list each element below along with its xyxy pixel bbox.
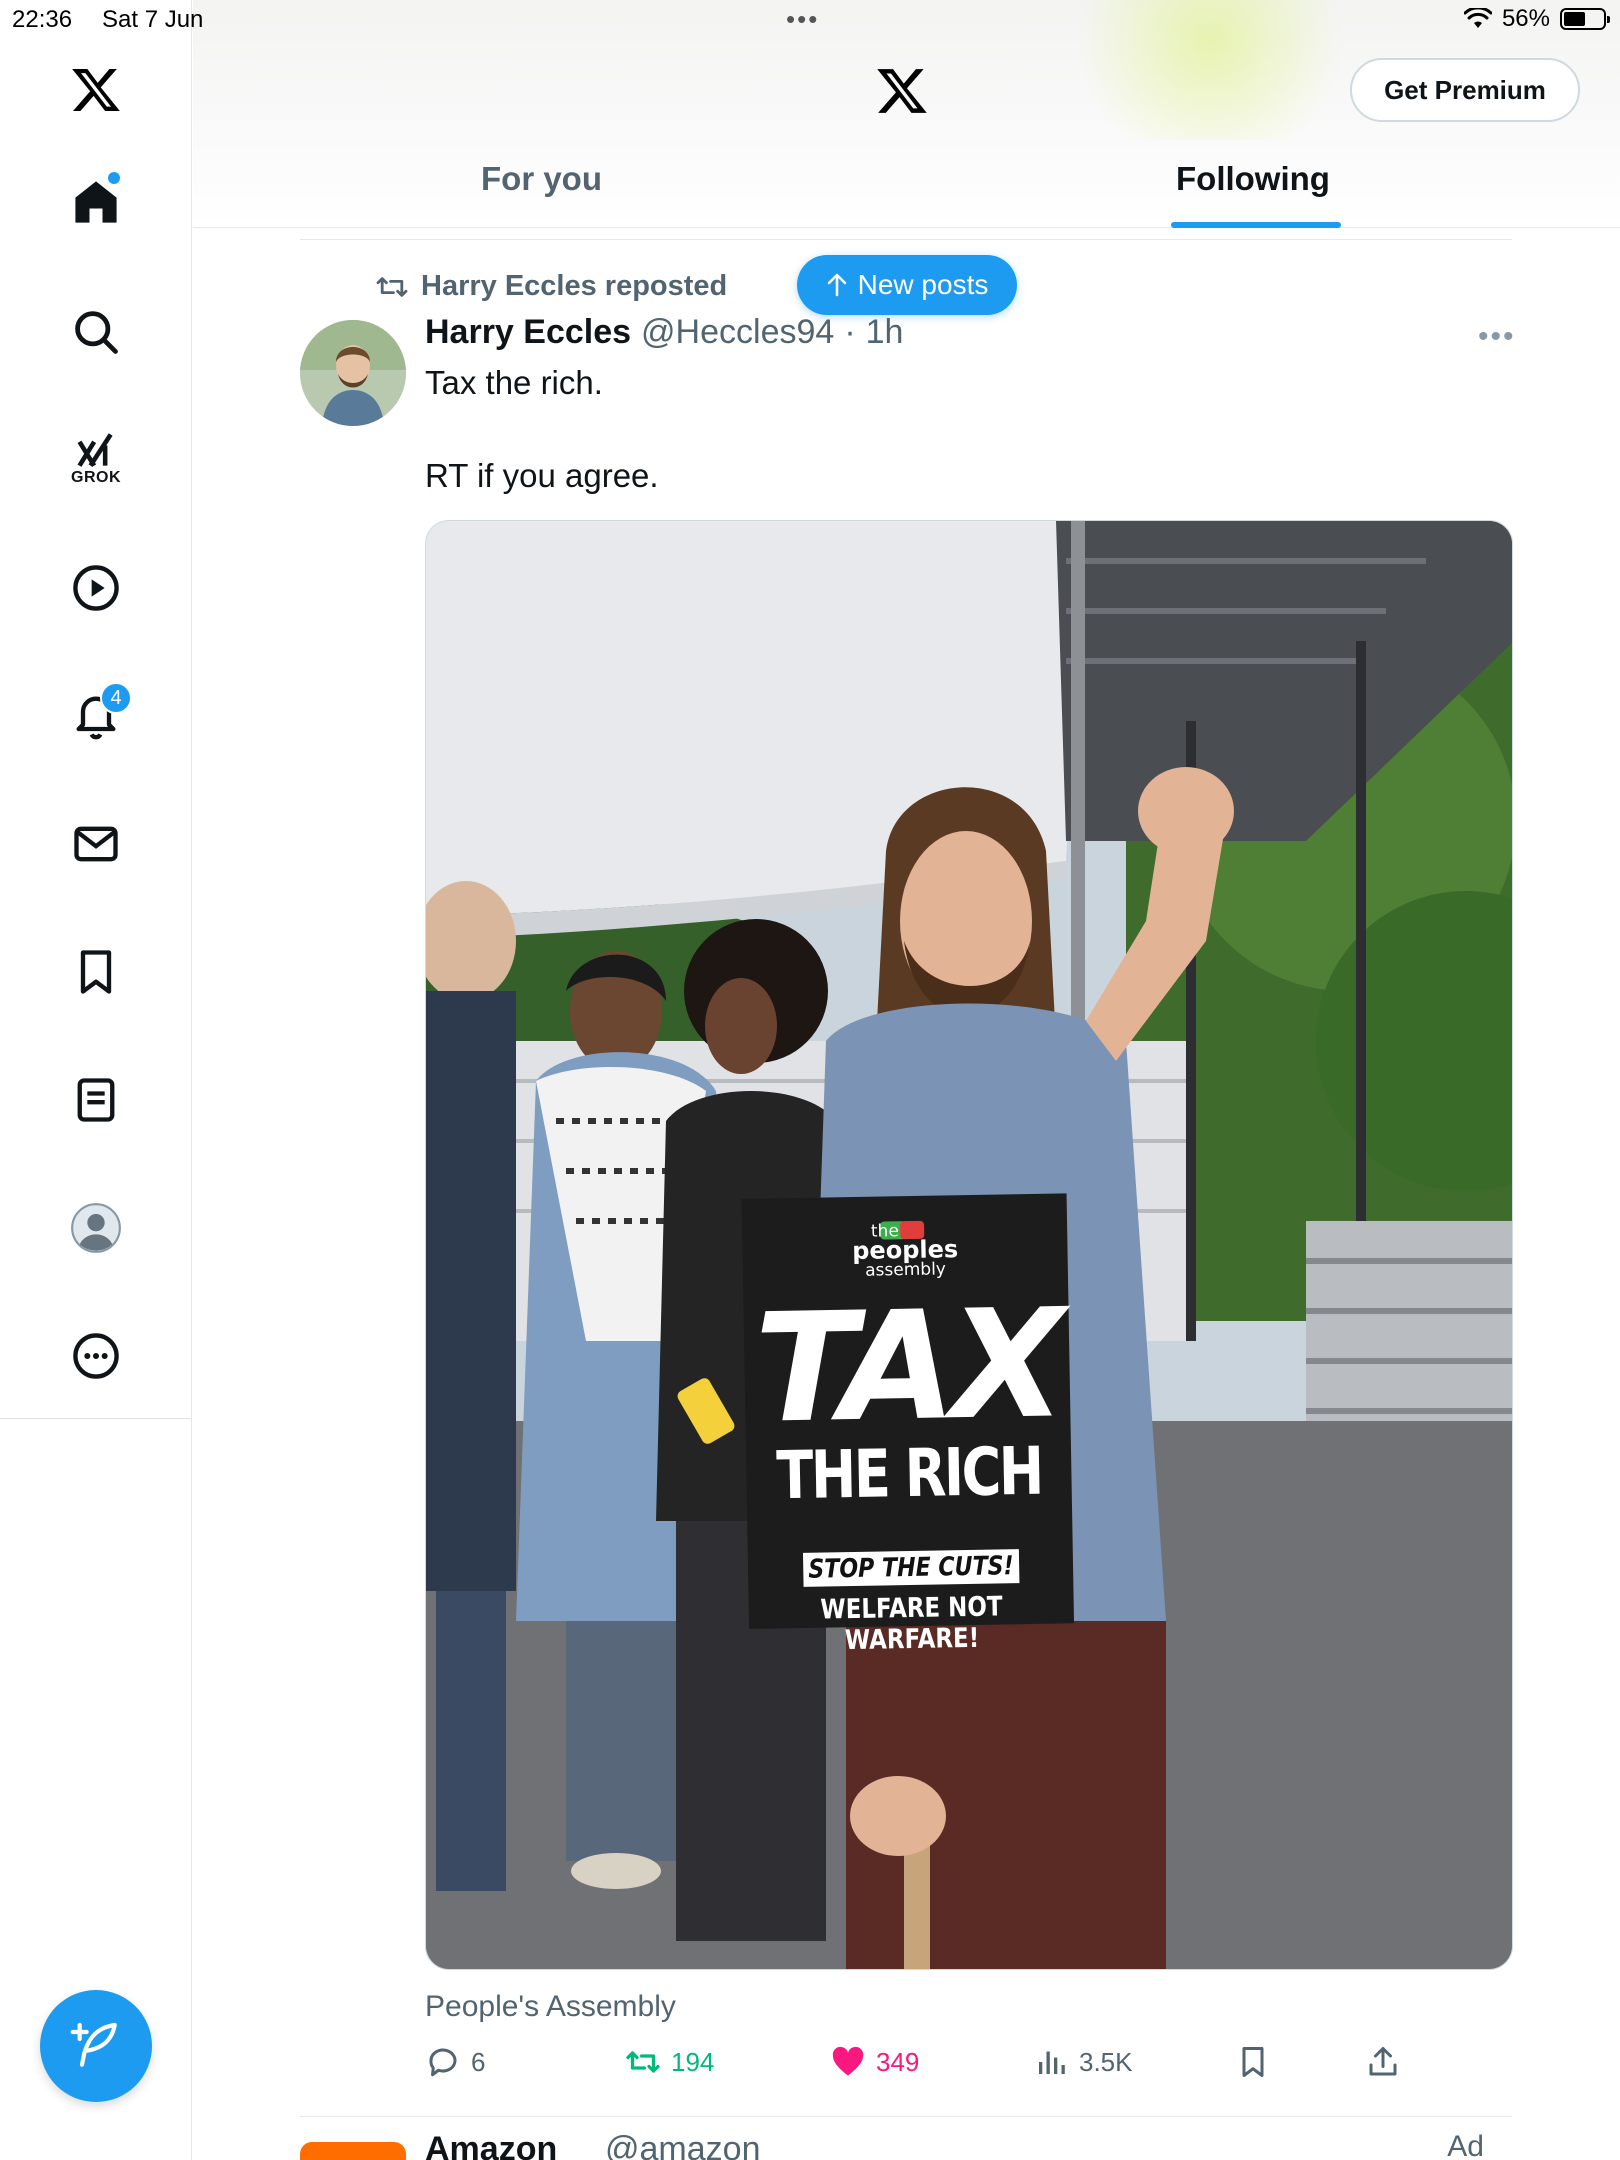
sidebar-item-notifications[interactable]: 4 — [46, 666, 146, 766]
separator-dot: · — [844, 313, 856, 351]
sidebar-item-grok[interactable]: GROK — [46, 408, 146, 508]
like-count: 349 — [876, 2046, 920, 2077]
feed-divider — [300, 239, 1512, 240]
bookmark-button[interactable] — [1235, 2044, 1271, 2080]
x-logo-sidebar[interactable] — [46, 40, 146, 140]
arrow-up-icon — [827, 273, 846, 297]
post-text-line-2: RT if you agree. — [425, 457, 659, 494]
grok-icon — [77, 433, 113, 467]
compose-button[interactable] — [40, 1990, 152, 2102]
author-handle[interactable]: @Heccles94 — [641, 313, 834, 352]
next-author-name[interactable]: Amazon — [425, 2130, 557, 2160]
post-media-image[interactable]: the peoples assembly TAX THE RICH STOP T… — [425, 520, 1513, 1970]
tab-following[interactable]: Following — [1176, 160, 1330, 198]
views-icon — [1039, 2051, 1065, 2074]
sidebar-item-bookmarks[interactable] — [46, 922, 146, 1022]
sidebar-item-messages[interactable] — [46, 794, 146, 894]
repost-button[interactable]: 194 — [625, 2044, 714, 2080]
repost-icon — [626, 2051, 660, 2073]
heart-filled-icon — [832, 2046, 864, 2076]
profile-avatar-icon — [71, 1203, 121, 1253]
sidebar-item-lists[interactable] — [46, 1050, 146, 1150]
placard-text: the peoples assembly TAX THE RICH STOP T… — [742, 1220, 1074, 1658]
play-icon — [73, 565, 119, 611]
repost-label: Harry Eccles reposted — [421, 270, 728, 302]
post-more-icon[interactable]: ••• — [1478, 320, 1516, 354]
placard-headline-1: TAX — [753, 1277, 1061, 1457]
author-name[interactable]: Harry Eccles — [425, 313, 631, 352]
battery-percent: 56% — [1501, 5, 1550, 32]
reply-button[interactable]: 6 — [425, 2044, 485, 2080]
next-author-handle[interactable]: @amazon — [605, 2130, 760, 2160]
status-date: Sat 7 Jun — [102, 6, 204, 33]
sidebar-item-search[interactable] — [46, 282, 146, 382]
post-actions: 6 194 349 3.5K — [425, 2044, 1513, 2094]
sidebar-item-more[interactable] — [46, 1306, 146, 1406]
new-posts-label: New posts — [857, 269, 989, 300]
wifi-icon — [1463, 8, 1492, 28]
new-posts-button[interactable]: New posts — [797, 255, 1017, 315]
post-time[interactable]: 1h — [866, 313, 904, 352]
status-indicators: 56% — [1463, 5, 1610, 33]
tab-for-you[interactable]: For you — [481, 160, 602, 198]
sidebar-item-profile[interactable] — [46, 1178, 146, 1278]
home-new-dot — [108, 172, 120, 184]
avatar-image — [300, 320, 406, 426]
feed-divider — [300, 2116, 1512, 2117]
post-text-line-1: Tax the rich. — [425, 364, 603, 401]
active-tab-indicator — [1171, 222, 1341, 228]
sidebar-divider — [0, 1418, 192, 1419]
repost-count: 194 — [671, 2046, 715, 2077]
multitask-dots-icon[interactable]: ••• — [786, 4, 819, 35]
media-credit[interactable]: People's Assembly — [425, 1990, 676, 2024]
reply-count: 6 — [471, 2046, 486, 2077]
more-circle-icon — [73, 1333, 119, 1379]
reply-icon — [429, 2048, 457, 2077]
share-icon — [1369, 2047, 1397, 2076]
feather-plus-icon — [70, 2022, 117, 2067]
amazon-avatar[interactable] — [300, 2142, 406, 2160]
sidebar: GROK 4 — [0, 0, 192, 2160]
repost-icon — [376, 276, 408, 297]
grok-label: GROK — [71, 469, 121, 486]
share-button[interactable] — [1365, 2044, 1401, 2080]
battery-icon — [1560, 8, 1610, 30]
notification-badge: 4 — [100, 682, 132, 714]
status-bar: 22:36 Sat 7 Jun ••• 56% — [0, 0, 1620, 40]
list-icon — [77, 1078, 115, 1122]
x-logo-icon — [72, 68, 120, 112]
next-post-preview[interactable]: Amazon @amazon Ad — [300, 2128, 1512, 2160]
mail-icon — [74, 826, 118, 862]
views-count: 3.5K — [1079, 2046, 1133, 2077]
placard-headline-2: THE RICH — [775, 1432, 1043, 1515]
status-time: 22:36 — [12, 6, 73, 33]
sidebar-item-video[interactable] — [46, 538, 146, 638]
placard-sub-2: WELFARE NOT WARFARE! — [820, 1591, 1003, 1657]
x-logo-icon[interactable] — [875, 64, 929, 118]
bookmark-icon — [1242, 2047, 1264, 2077]
author-avatar[interactable] — [300, 320, 406, 426]
battery-fill — [1564, 12, 1585, 26]
ad-label: Ad — [1447, 2130, 1484, 2160]
like-button[interactable]: 349 — [830, 2044, 919, 2080]
sidebar-item-home[interactable] — [46, 152, 146, 252]
placard-sub-1: STOP THE CUTS! — [802, 1549, 1019, 1587]
repost-context[interactable]: Harry Eccles reposted — [375, 270, 727, 303]
views-button[interactable]: 3.5K — [1033, 2044, 1133, 2080]
get-premium-button[interactable]: Get Premium — [1350, 58, 1580, 122]
post-author-row: Harry Eccles @Heccles94 · 1h — [425, 313, 903, 352]
bookmark-icon — [80, 950, 112, 994]
search-icon — [75, 311, 118, 354]
